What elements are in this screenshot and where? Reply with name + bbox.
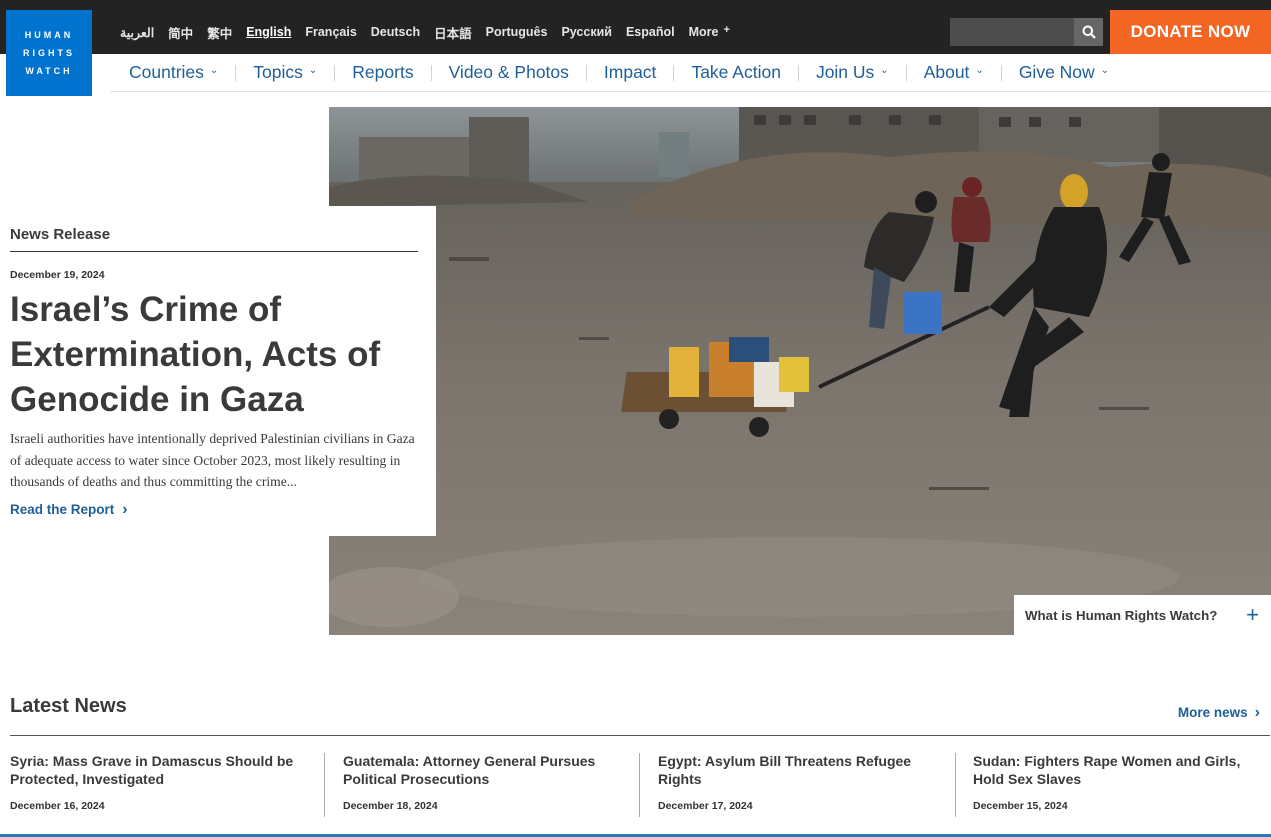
news-title[interactable]: Guatemala: Attorney General Pursues Poli… <box>343 752 623 788</box>
news-item[interactable]: Egypt: Asylum Bill Threatens Refugee Rig… <box>658 752 948 817</box>
read-report-link[interactable]: Read the Report <box>10 501 128 519</box>
latest-news-header: Latest News More news <box>10 695 1270 736</box>
news-divider <box>324 753 325 817</box>
news-item[interactable]: Syria: Mass Grave in Damascus Should be … <box>10 752 305 817</box>
plus-icon: + <box>1246 602 1259 627</box>
latest-news-heading: Latest News <box>10 695 127 717</box>
news-item[interactable]: Sudan: Fighters Rape Women and Girls, Ho… <box>973 752 1253 817</box>
search-button[interactable] <box>1074 18 1103 46</box>
lang-portuguese[interactable]: Português <box>486 25 548 39</box>
nav-label: Take Action <box>691 62 781 82</box>
nav-label: Reports <box>352 62 414 82</box>
hero-kicker: News Release <box>10 226 418 252</box>
nav-label: Topics <box>253 62 303 82</box>
nav-label: Join Us <box>815 62 875 82</box>
what-is-hrw-label: What is Human Rights Watch? <box>1025 607 1218 623</box>
lang-traditional-chinese[interactable]: 繁中 <box>207 23 232 42</box>
nav-label: Countries <box>129 62 204 82</box>
hero-date: December 19, 2024 <box>10 269 105 281</box>
chevron-down-icon: ⌄ <box>308 65 318 76</box>
chevron-down-icon: ⌄ <box>975 65 984 76</box>
nav-about[interactable]: About ⌄ <box>907 62 1001 83</box>
nav-label: About <box>923 62 970 82</box>
lang-russian[interactable]: Русский <box>561 25 612 39</box>
lang-german[interactable]: Deutsch <box>371 25 420 39</box>
logo-line: RIGHTS <box>22 48 75 58</box>
nav-topics[interactable]: Topics ⌄ <box>236 62 334 83</box>
news-title[interactable]: Sudan: Fighters Rape Women and Girls, Ho… <box>973 752 1253 788</box>
news-date: December 15, 2024 <box>973 800 1068 812</box>
more-news-link[interactable]: More news <box>1178 704 1260 722</box>
chevron-down-icon: ⌄ <box>880 65 889 76</box>
news-title[interactable]: Egypt: Asylum Bill Threatens Refugee Rig… <box>658 752 948 788</box>
news-title[interactable]: Syria: Mass Grave in Damascus Should be … <box>10 752 305 788</box>
nav-label: Video & Photos <box>448 62 569 82</box>
search-box <box>950 18 1103 46</box>
lang-japanese[interactable]: 日本語 <box>434 23 472 42</box>
lang-french[interactable]: Français <box>305 25 356 39</box>
news-item[interactable]: Guatemala: Attorney General Pursues Poli… <box>343 752 623 817</box>
nav-give-now[interactable]: Give Now ⌄ <box>1002 62 1126 83</box>
hero-summary: Israeli authorities have intentionally d… <box>10 431 415 489</box>
hero-title[interactable]: Israel’s Crime of Extermination, Acts of… <box>10 287 420 422</box>
chevron-down-icon: ⌄ <box>1100 65 1110 76</box>
main-nav: Countries ⌄ Topics ⌄ Reports Video & Photo… <box>110 54 1271 92</box>
donate-button[interactable]: DONATE NOW <box>1110 10 1271 54</box>
news-date: December 17, 2024 <box>658 800 753 812</box>
nav-reports[interactable]: Reports <box>335 62 430 83</box>
hero-card: News Release December 19, 2024 Israel’s … <box>0 206 436 536</box>
lang-english[interactable]: English <box>246 25 291 39</box>
news-date: December 18, 2024 <box>343 800 438 812</box>
nav-label: Impact <box>603 62 657 82</box>
nav-join-us[interactable]: Join Us ⌄ <box>799 62 906 83</box>
lang-arabic[interactable]: العربية <box>120 25 154 40</box>
hrw-logo[interactable]: HUMAN RIGHTS WATCH <box>6 10 92 96</box>
nav-video-photos[interactable]: Video & Photos <box>432 62 586 83</box>
nav-countries[interactable]: Countries ⌄ <box>110 62 235 83</box>
logo-line: HUMAN <box>24 30 74 40</box>
search-input[interactable] <box>950 18 1074 46</box>
lang-spanish[interactable]: Español <box>626 25 675 39</box>
lang-more[interactable]: More <box>689 25 730 39</box>
news-divider <box>955 753 956 817</box>
news-divider <box>639 753 640 817</box>
logo-line: WATCH <box>25 66 73 76</box>
nav-label: Give Now <box>1018 62 1095 82</box>
nav-impact[interactable]: Impact <box>587 62 674 83</box>
lang-simplified-chinese[interactable]: 简中 <box>168 23 193 42</box>
search-icon <box>1082 25 1096 39</box>
hero-photo[interactable] <box>329 107 1271 635</box>
latest-news-list: Syria: Mass Grave in Damascus Should be … <box>0 752 1271 822</box>
what-is-hrw-toggle[interactable]: What is Human Rights Watch? + <box>1014 595 1271 635</box>
nav-take-action[interactable]: Take Action <box>674 62 798 83</box>
news-date: December 16, 2024 <box>10 800 105 812</box>
chevron-down-icon: ⌄ <box>209 65 219 76</box>
